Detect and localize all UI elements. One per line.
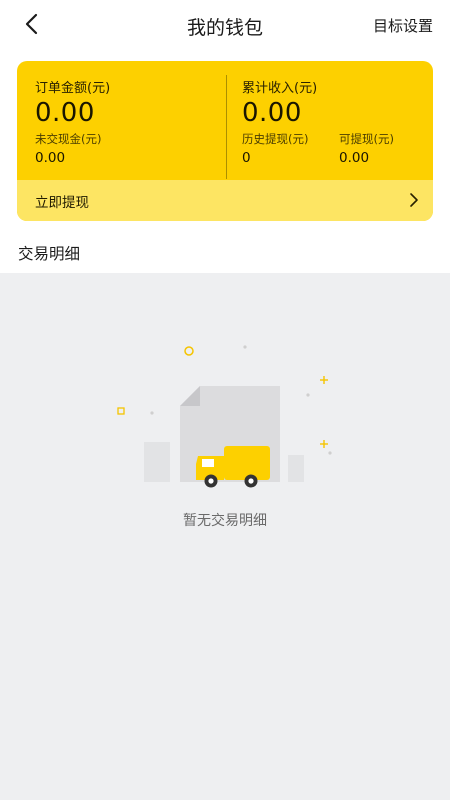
withdrawable-label: 可提现(元) bbox=[339, 132, 394, 146]
order-amount-label: 订单金额(元) bbox=[35, 81, 111, 96]
withdraw-now-button[interactable]: 立即提现 bbox=[17, 180, 433, 221]
page-title: 我的钱包 bbox=[186, 16, 263, 39]
empty-state-text: 暂无交易明细 bbox=[183, 513, 267, 529]
total-income-column: 累计收入(元) 0.00 bbox=[242, 77, 317, 128]
withdrawable-block: 可提现(元) 0.00 bbox=[339, 131, 394, 166]
wallet-summary-card: 订单金额(元) 0.00 未交现金(元) 0.00 累计收入(元) 0.00 历… bbox=[17, 61, 433, 221]
order-amount-value: 0.00 bbox=[35, 98, 95, 128]
order-amount-column: 订单金额(元) 0.00 bbox=[35, 77, 110, 128]
uncashed-value: 0.00 bbox=[35, 150, 66, 166]
uncashed-block: 未交现金(元) 0.00 bbox=[35, 131, 101, 166]
transactions-empty-state: 暂无交易明细 bbox=[0, 273, 450, 800]
goal-settings-button[interactable]: 目标设置 bbox=[373, 15, 433, 36]
total-income-label: 累计收入(元) bbox=[242, 81, 318, 96]
chevron-right-icon bbox=[409, 192, 419, 212]
withdrawable-value: 0.00 bbox=[339, 150, 370, 166]
history-withdraw-value: 0 bbox=[242, 150, 251, 166]
back-button[interactable] bbox=[18, 12, 46, 40]
total-income-value: 0.00 bbox=[242, 98, 302, 128]
withdraw-now-label: 立即提现 bbox=[35, 194, 89, 211]
delivery-truck-document-icon bbox=[110, 338, 340, 492]
transactions-section-title: 交易明细 bbox=[18, 245, 81, 263]
history-withdraw-label: 历史提现(元) bbox=[242, 132, 309, 146]
uncashed-label: 未交现金(元) bbox=[35, 132, 102, 146]
history-withdraw-block: 历史提现(元) 0 bbox=[242, 131, 308, 166]
card-divider bbox=[226, 75, 227, 179]
top-nav-bar: 我的钱包 目标设置 bbox=[0, 0, 450, 52]
chevron-left-icon bbox=[24, 13, 40, 39]
